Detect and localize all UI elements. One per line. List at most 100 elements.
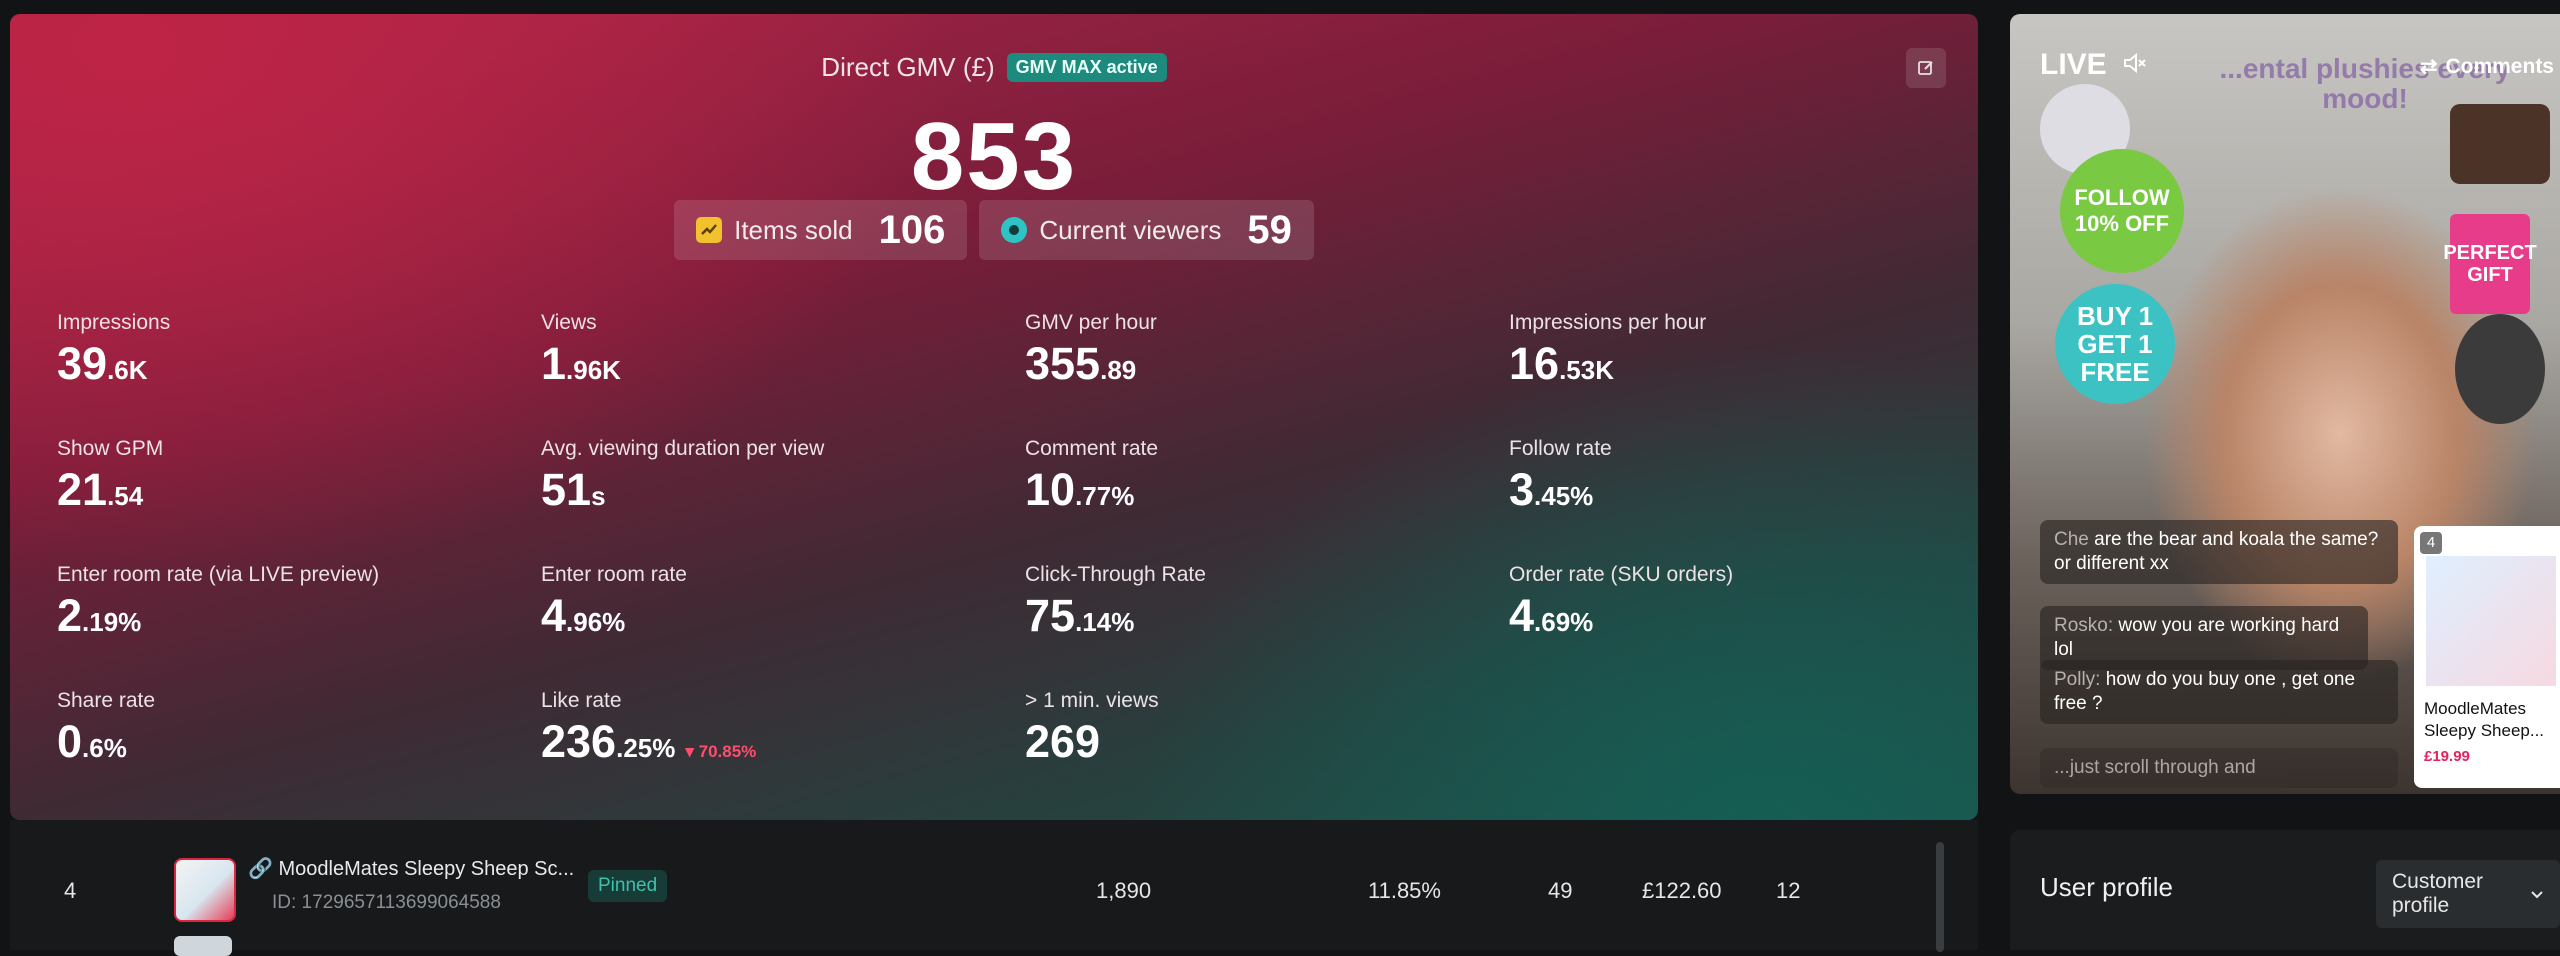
- comment-bubble: Polly: how do you buy one , get one free…: [2040, 660, 2398, 724]
- items-sold-chip: Items sold 106: [674, 200, 968, 260]
- comment-author: Rosko:: [2054, 615, 2114, 636]
- metric-label: Views: [541, 311, 597, 334]
- cell-col1: 1,890: [1096, 878, 1152, 903]
- metric-gmv-per-hour: GMV per hour 355.89: [1025, 310, 1509, 436]
- metric-click-through-rate: Click-Through Rate 75.14%: [1025, 562, 1509, 688]
- comment-text: how do you buy one , get one free ?: [2054, 669, 2356, 714]
- metric-value: 16.53K: [1509, 338, 1614, 389]
- metric-enter-room-rate: Enter room rate 4.96%: [541, 562, 1025, 688]
- gmv-value: 853: [910, 103, 1078, 210]
- product-thumbnail: [174, 936, 232, 956]
- metric-label: Avg. viewing duration per view: [541, 437, 825, 460]
- pinned-badge[interactable]: Pinned: [588, 870, 668, 902]
- metric-value: 3.45%: [1509, 464, 1594, 515]
- product-table: 4 🔗 MoodleMates Sleepy Sheep Sc... ID: 1…: [10, 820, 1978, 956]
- like-rate-delta: ▾ 70.85%: [685, 742, 757, 761]
- metric-label: GMV per hour: [1025, 311, 1157, 334]
- user-profile-panel: User profile Customer profile: [2010, 830, 2560, 950]
- product-thumbnail: [174, 858, 236, 922]
- cell-col5: 12: [1776, 878, 1801, 903]
- live-label: LIVE: [2040, 48, 2107, 81]
- viewers-value: 59: [1247, 207, 1292, 252]
- viewers-label: Current viewers: [1039, 214, 1222, 245]
- metric-value: 4.96%: [541, 590, 626, 641]
- metric-views: Views 1.96K: [541, 310, 1025, 436]
- metric-comment-rate: Comment rate 10.77%: [1025, 436, 1509, 562]
- metric-label: Click-Through Rate: [1025, 563, 1206, 586]
- metric-show-gpm: Show GPM 21.54: [57, 436, 541, 562]
- metric-value: 4.69%: [1509, 590, 1594, 641]
- product-card-price: £19.99: [2424, 748, 2470, 765]
- cell-col4: 49: [1548, 878, 1573, 903]
- trend-up-icon: [696, 217, 723, 243]
- metric-value: 10.77%: [1025, 464, 1135, 515]
- live-header: LIVE: [2040, 48, 2147, 82]
- metric-label: Comment rate: [1025, 437, 1159, 460]
- customer-profile-select[interactable]: Customer profile: [2376, 860, 2560, 928]
- link-icon: 🔗: [248, 858, 273, 880]
- metric-label: Enter room rate: [541, 563, 687, 586]
- gift-sticker: PERFECT GIFT: [2443, 214, 2537, 314]
- items-sold-label: Items sold: [734, 214, 853, 245]
- plush-toy-image: [2455, 314, 2545, 424]
- comments-label: Comments: [2445, 54, 2554, 78]
- scrollbar[interactable]: [1936, 842, 1944, 952]
- comment-bubble: ...just scroll through and: [2040, 748, 2398, 788]
- metric-label: Show GPM: [57, 437, 164, 460]
- live-product-card[interactable]: 4 MoodleMates Sleepy Sheep... £19.99: [2414, 526, 2560, 788]
- metric-like-rate: Like rate 236.25% ▾ 70.85%: [541, 688, 1025, 814]
- metric-share-rate: Share rate 0.6%: [57, 688, 541, 814]
- metric-label: Impressions per hour: [1509, 311, 1707, 334]
- product-card-image: [2426, 556, 2556, 686]
- swap-icon: ⇄: [2419, 55, 2438, 78]
- table-row[interactable]: 4 🔗 MoodleMates Sleepy Sheep Sc... ID: 1…: [10, 834, 1930, 944]
- metric-label: Enter room rate (via LIVE preview): [57, 563, 380, 586]
- comment-text: ...just scroll through and: [2054, 757, 2256, 778]
- comment-text: are the bear and koala the same? or diff…: [2054, 529, 2379, 574]
- product-name-link[interactable]: 🔗 MoodleMates Sleepy Sheep Sc...: [248, 856, 574, 881]
- summary-row: Items sold 106 Current viewers 59: [10, 200, 1978, 260]
- metric-value: 39.6K: [57, 338, 148, 389]
- metric-avg-viewing-duration: Avg. viewing duration per view 51s: [541, 436, 1025, 562]
- metric-order-rate: Order rate (SKU orders) 4.69%: [1509, 562, 1978, 688]
- product-card-name: MoodleMates Sleepy Sheep...: [2424, 699, 2545, 740]
- row-index: 4: [64, 878, 77, 903]
- user-profile-title: User profile: [2040, 872, 2173, 902]
- comment-author: Che: [2054, 529, 2089, 550]
- mute-icon[interactable]: [2121, 50, 2147, 81]
- metric-label: Follow rate: [1509, 437, 1612, 460]
- metric-value: 75.14%: [1025, 590, 1135, 641]
- gmv-header: Direct GMV (£) GMV MAX active: [10, 52, 1978, 83]
- items-sold-value: 106: [878, 207, 946, 252]
- eye-icon: [1001, 217, 1028, 243]
- metric-follow-rate: Follow rate 3.45%: [1509, 436, 1978, 562]
- select-value: Customer profile: [2392, 870, 2484, 917]
- chevron-down-icon: [2530, 882, 2544, 906]
- metric-label: Order rate (SKU orders): [1509, 563, 1734, 586]
- comment-author: Polly:: [2054, 669, 2101, 690]
- viewers-chip: Current viewers 59: [979, 200, 1314, 260]
- metric-value: 21.54: [57, 464, 144, 515]
- metric-impressions-per-hour: Impressions per hour 16.53K: [1509, 310, 1978, 436]
- metric-value: 0.6%: [57, 716, 127, 767]
- metric-enter-room-rate-preview: Enter room rate (via LIVE preview) 2.19%: [57, 562, 541, 688]
- metric-value: 51s: [541, 464, 606, 515]
- gmv-max-badge: GMV MAX active: [1006, 53, 1167, 82]
- cell-col2: 11.85%: [1368, 878, 1441, 903]
- metric-grid: Impressions 39.6K Views 1.96K GMV per hour…: [57, 310, 1957, 814]
- metric-impressions: Impressions 39.6K: [57, 310, 541, 436]
- gmv-title: Direct GMV (£): [821, 52, 995, 82]
- cell-col3: £122.60: [1642, 878, 1722, 903]
- metric-value: 355.89: [1025, 338, 1137, 389]
- metric-over-1-min-views: > 1 min. views 269: [1025, 688, 1509, 814]
- metric-value: 2.19%: [57, 590, 142, 641]
- metrics-panel: Direct GMV (£) GMV MAX active 853 Items …: [10, 14, 1978, 820]
- comment-bubble: Che are the bear and koala the same? or …: [2040, 520, 2398, 584]
- metric-value: 269: [1025, 716, 1101, 767]
- metric-label: > 1 min. views: [1025, 689, 1159, 712]
- product-card-number: 4: [2420, 532, 2442, 554]
- live-video-preview[interactable]: ...ental plushies every mood! FOLLOW 10%…: [2010, 14, 2560, 794]
- metric-label: Like rate: [541, 689, 622, 712]
- metric-value: 1.96K: [541, 338, 621, 389]
- comments-toggle-button[interactable]: ⇄ Comments: [2420, 54, 2554, 79]
